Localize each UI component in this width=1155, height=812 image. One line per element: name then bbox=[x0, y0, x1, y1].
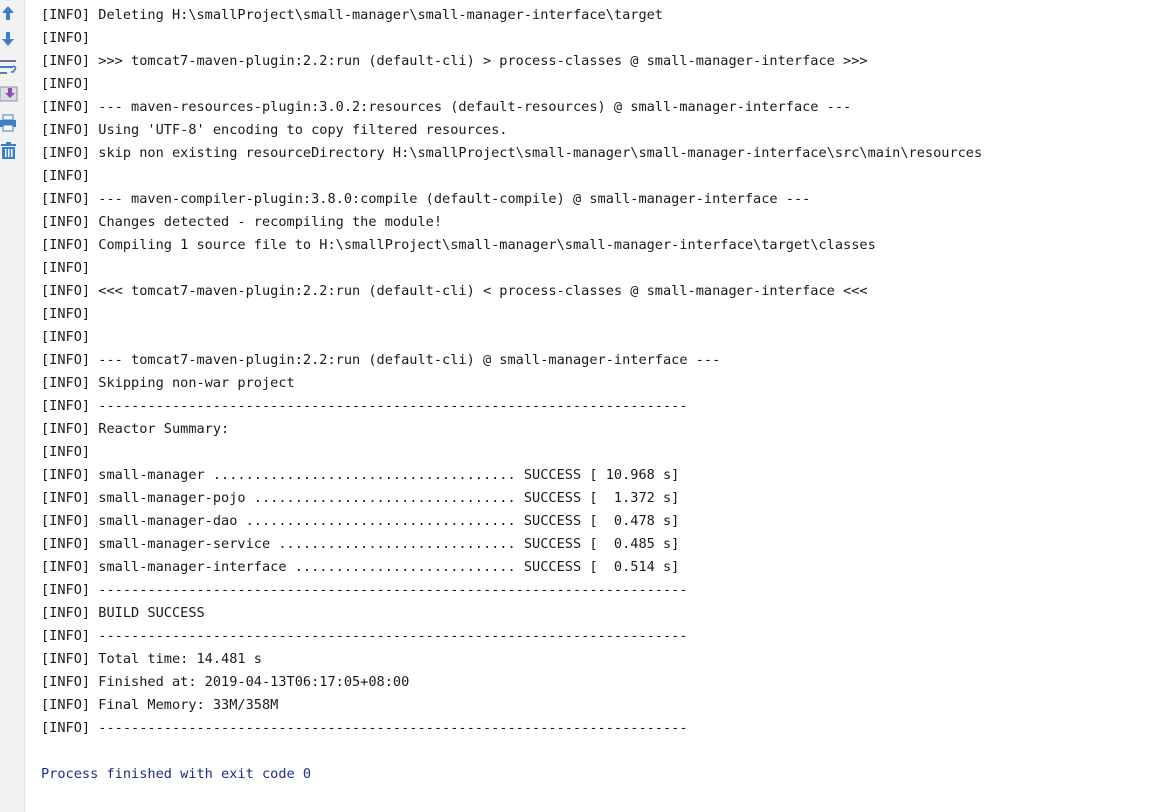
console-line: [INFO] ---------------------------------… bbox=[41, 628, 688, 644]
console-line: [INFO] ---------------------------------… bbox=[41, 720, 688, 736]
console-line: [INFO] small-manager ...................… bbox=[41, 467, 680, 483]
console-line: [INFO] bbox=[41, 30, 91, 46]
console-output[interactable]: [INFO] Deleting H:\smallProject\small-ma… bbox=[41, 4, 1155, 812]
scroll-to-end-icon[interactable] bbox=[0, 85, 20, 105]
console-line: [INFO] --- maven-compiler-plugin:3.8.0:c… bbox=[41, 191, 811, 207]
up-arrow-icon[interactable] bbox=[0, 3, 20, 23]
console-line: [INFO] bbox=[41, 168, 91, 184]
console-line: [INFO] small-manager-pojo ..............… bbox=[41, 490, 680, 506]
console-line: [INFO] Skipping non-war project bbox=[41, 375, 295, 391]
console-line: [INFO] Changes detected - recompiling th… bbox=[41, 214, 443, 230]
console-line: [INFO] bbox=[41, 306, 91, 322]
console-line: [INFO] BUILD SUCCESS bbox=[41, 605, 205, 621]
console-line: [INFO] ---------------------------------… bbox=[41, 582, 688, 598]
print-icon[interactable] bbox=[0, 113, 20, 133]
console-line: [INFO] Final Memory: 33M/358M bbox=[41, 697, 279, 713]
console-line: [INFO] small-manager-service ...........… bbox=[41, 536, 680, 552]
console-line: [INFO] Reactor Summary: bbox=[41, 421, 230, 437]
console-line: [INFO] ---------------------------------… bbox=[41, 398, 688, 414]
console-line: [INFO] Total time: 14.481 s bbox=[41, 651, 262, 667]
console-line: [INFO] small-manager-interface .........… bbox=[41, 559, 680, 575]
console-line: [INFO] Deleting H:\smallProject\small-ma… bbox=[41, 7, 663, 23]
console-line: [INFO] Finished at: 2019-04-13T06:17:05+… bbox=[41, 674, 410, 690]
console-line: [INFO] bbox=[41, 444, 91, 460]
console-line: [INFO] bbox=[41, 76, 91, 92]
console-line: [INFO] bbox=[41, 260, 91, 276]
console-line: [INFO] Compiling 1 source file to H:\sma… bbox=[41, 237, 876, 253]
console-line: [INFO] skip non existing resourceDirecto… bbox=[41, 145, 983, 161]
console-line: [INFO] >>> tomcat7-maven-plugin:2.2:run … bbox=[41, 53, 868, 69]
console-line: [INFO] bbox=[41, 329, 91, 345]
console-line: [INFO] --- maven-resources-plugin:3.0.2:… bbox=[41, 99, 852, 115]
down-arrow-icon[interactable] bbox=[0, 29, 20, 49]
process-exit-line: Process finished with exit code 0 bbox=[41, 766, 312, 782]
console-line: [INFO] --- tomcat7-maven-plugin:2.2:run … bbox=[41, 352, 721, 368]
console-line: [INFO] <<< tomcat7-maven-plugin:2.2:run … bbox=[41, 283, 868, 299]
console-toolbar bbox=[0, 0, 25, 812]
clear-all-icon[interactable] bbox=[0, 141, 20, 161]
console-line: [INFO] small-manager-dao ...............… bbox=[41, 513, 680, 529]
console-line: [INFO] Using 'UTF-8' encoding to copy fi… bbox=[41, 122, 508, 138]
soft-wrap-icon[interactable] bbox=[0, 57, 20, 77]
